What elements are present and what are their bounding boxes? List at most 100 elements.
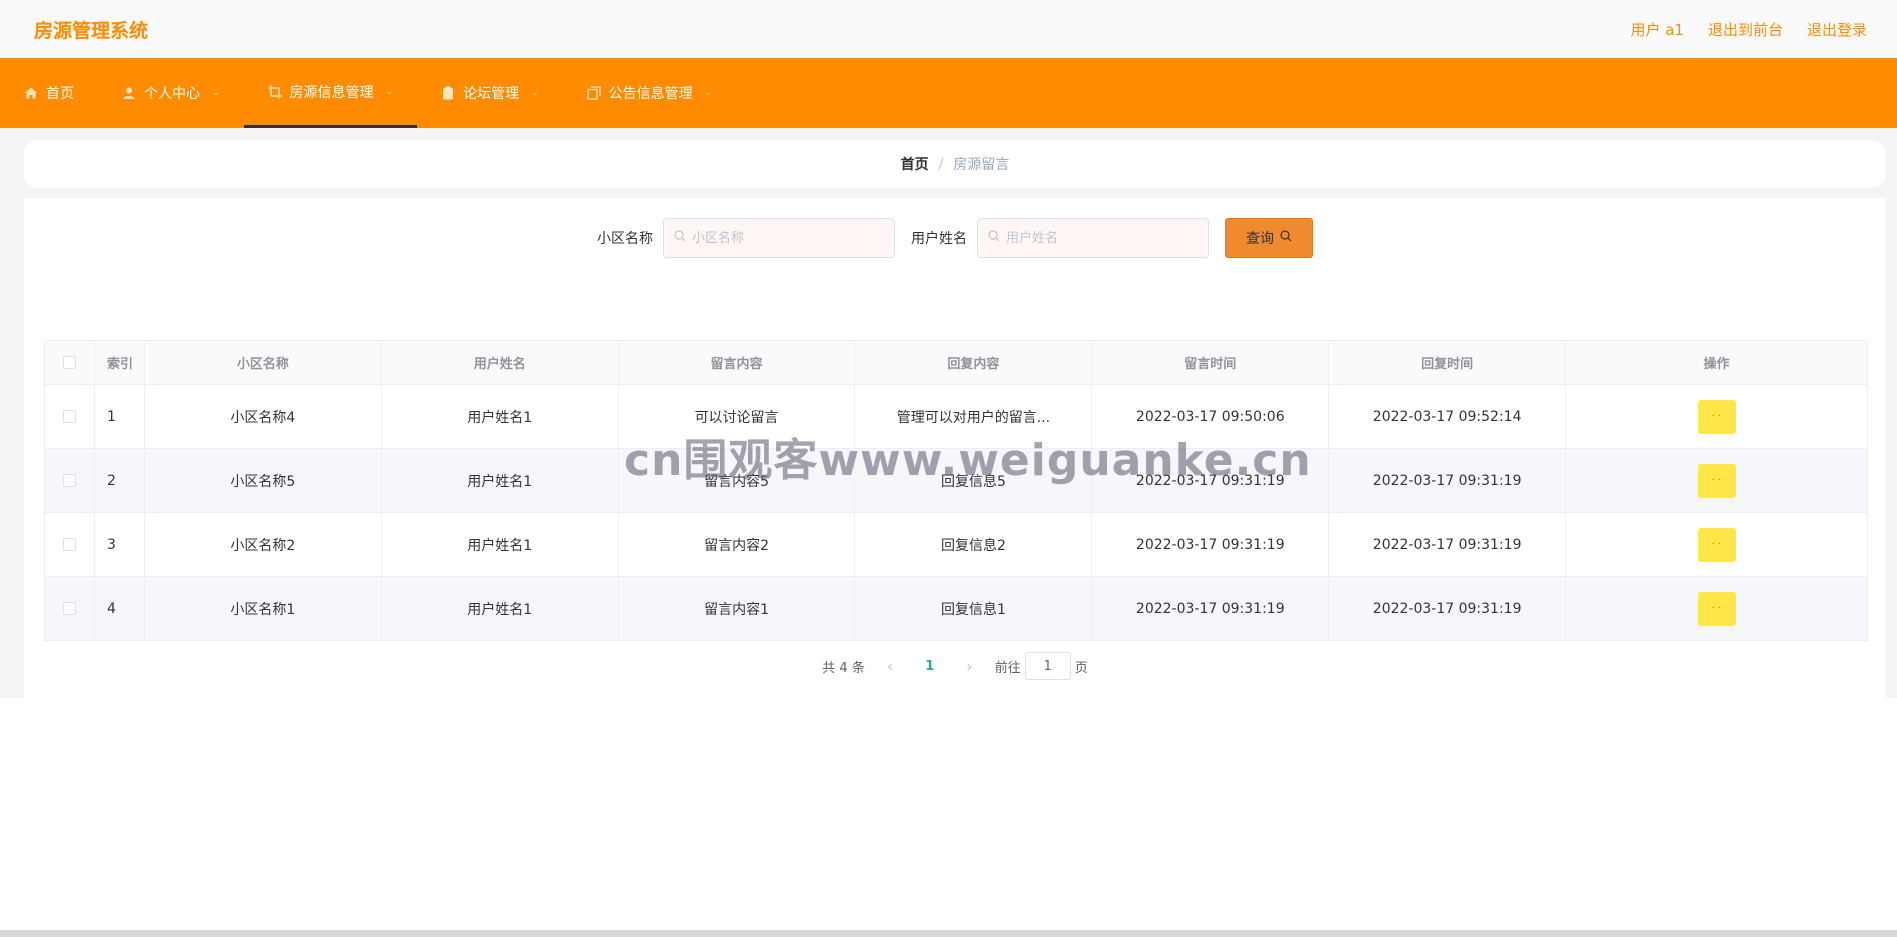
chevron-down-icon: ⌄ [385,86,394,97]
nav-item-label: 首页 [46,86,74,102]
row-action-button[interactable]: · · [1697,527,1736,562]
pagination: 共 4 条 ‹ 1 › 前往 页 [24,652,1886,680]
row-community: 小区名称4 [143,384,382,449]
row-actions: · · [1565,384,1868,449]
row-user: 用户姓名1 [380,576,619,641]
row-reply: 回复信息2 [854,512,1093,577]
select-all-cell [44,340,95,385]
search-form: 小区名称 用户姓名 查询 [24,218,1886,258]
row-message: 留言内容5 [617,448,856,513]
row-checkbox[interactable] [62,602,76,615]
table-row: 3 小区名称2 用户姓名1 留言内容2 回复信息2 2022-03-17 09:… [44,512,1868,577]
row-reply: 回复信息5 [854,448,1093,513]
community-name-field[interactable] [663,218,895,258]
nav-item-label: 房源信息管理 [289,84,374,101]
nav-item-notice-management[interactable]: 公告信息管理 ⌄ [563,58,737,128]
query-button-label: 查询 [1246,231,1274,247]
row-user: 用户姓名1 [380,384,619,449]
nav-item-property-management[interactable]: 房源信息管理 ⌄ [243,58,418,128]
row-message: 留言内容2 [617,512,856,577]
chevron-down-icon: ⌄ [531,88,539,98]
row-select-cell [44,576,95,641]
row-checkbox[interactable] [62,538,76,551]
query-button[interactable]: 查询 [1225,218,1313,258]
column-header-reply-time: 回复时间 [1328,340,1567,385]
row-reply-time: 2022-03-17 09:52:14 [1328,384,1567,449]
chevron-left-icon[interactable]: ‹ [879,657,901,676]
row-message: 留言内容1 [617,576,856,641]
chevron-right-icon[interactable]: › [958,657,980,676]
column-header-reply: 回复内容 [854,340,1093,385]
column-header-index: 索引 [93,340,145,385]
crop-icon [268,85,282,99]
row-message: 可以讨论留言 [617,384,856,449]
select-all-checkbox[interactable] [62,356,76,369]
row-reply-time: 2022-03-17 09:31:19 [1328,448,1567,513]
row-index: 2 [93,448,145,513]
nav-item-label: 公告信息管理 [608,86,693,102]
app-title: 房源管理系统 [34,19,149,42]
row-message-time: 2022-03-17 09:31:19 [1091,576,1330,641]
clipboard-icon [441,86,455,100]
exit-to-front-link[interactable]: 退出到前台 [1708,19,1783,40]
page-number-current[interactable]: 1 [915,659,944,674]
column-header-community: 小区名称 [143,340,382,385]
logout-link[interactable]: 退出登录 [1807,19,1867,40]
row-select-cell [44,512,95,577]
row-select-cell [44,448,95,513]
pagination-total: 共 4 条 [822,660,865,676]
community-name-label: 小区名称 [597,231,653,247]
chevron-down-icon: ⌄ [704,88,713,98]
nav-item-label: 论坛管理 [463,86,520,102]
home-icon [24,86,38,100]
user-links: 用户 a1 退出到前台 退出登录 [1630,19,1867,40]
row-select-cell [44,384,95,449]
search-icon [1280,230,1292,246]
chevron-down-icon: ⌄ [212,88,220,98]
table-row: 2 小区名称5 用户姓名1 留言内容5 回复信息5 2022-03-17 09:… [44,448,1868,513]
row-action-button[interactable]: · · [1697,399,1736,434]
user-name-label: 用户姓名 [911,231,967,247]
row-index: 1 [93,384,145,449]
row-community: 小区名称2 [143,512,382,577]
row-actions: · · [1565,576,1868,641]
row-user: 用户姓名1 [380,512,619,577]
search-icon [674,230,686,246]
row-action-button[interactable]: · · [1697,463,1736,498]
user-name-input[interactable] [1006,230,1186,246]
row-reply-time: 2022-03-17 09:31:19 [1328,576,1567,641]
current-user-link[interactable]: 用户 a1 [1630,19,1684,40]
breadcrumb-home[interactable]: 首页 [901,154,929,174]
top-header: 房源管理系统 用户 a1 退出到前台 退出登录 [0,0,1897,58]
breadcrumb-current: 房源留言 [953,157,1010,173]
row-action-button[interactable]: · · [1697,591,1736,626]
table-row: 1 小区名称4 用户姓名1 可以讨论留言 管理可以对用户的留言... 2022-… [44,384,1868,449]
row-community: 小区名称1 [143,576,382,641]
main-nav: 首页 个人中心 ⌄ 房源信息管理 ⌄ 论坛管理 ⌄ 公告信息管理 ⌄ [0,58,1897,128]
breadcrumb-separator: / [938,156,944,172]
copy-icon [586,86,601,100]
row-reply: 管理可以对用户的留言... [854,384,1093,449]
column-header-message-time: 留言时间 [1091,340,1330,385]
pagination-goto: 前往 页 [995,652,1088,680]
row-message-time: 2022-03-17 09:31:19 [1091,512,1330,577]
nav-item-personal-center[interactable]: 个人中心 ⌄ [98,58,244,128]
main-panel: 小区名称 用户姓名 查询 索引 [24,198,1886,698]
goto-label: 前往 [994,660,1021,676]
nav-item-forum-management[interactable]: 论坛管理 ⌄ [417,58,563,128]
row-checkbox[interactable] [62,410,76,423]
community-name-input[interactable] [692,230,872,246]
table-header-row: 索引 小区名称 用户姓名 留言内容 回复内容 留言时间 回复时间 操作 [44,340,1868,385]
user-name-field[interactable] [977,218,1209,258]
row-message-time: 2022-03-17 09:50:06 [1091,384,1330,449]
row-checkbox[interactable] [62,474,76,487]
message-table: 索引 小区名称 用户姓名 留言内容 回复内容 留言时间 回复时间 操作 1 小区… [44,340,1868,641]
row-reply-time: 2022-03-17 09:31:19 [1328,512,1567,577]
row-reply: 回复信息1 [854,576,1093,641]
column-header-message: 留言内容 [617,340,856,385]
breadcrumb: 首页 / 房源留言 [24,140,1886,188]
nav-item-home[interactable]: 首页 [0,58,98,128]
user-icon [122,86,136,100]
goto-page-input[interactable] [1024,652,1071,680]
column-header-actions: 操作 [1565,340,1868,385]
